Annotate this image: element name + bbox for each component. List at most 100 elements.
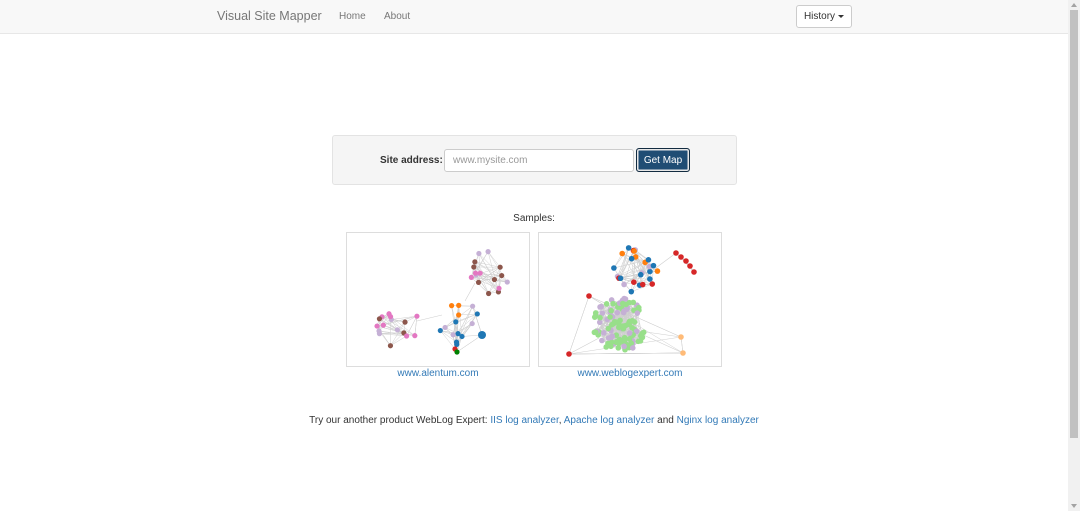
graph-node bbox=[623, 301, 629, 308]
graph-node bbox=[605, 340, 611, 347]
graph-node bbox=[597, 314, 603, 321]
graph-node bbox=[619, 250, 626, 257]
apache-log-analyzer-link[interactable]: Apache log analyzer bbox=[564, 415, 655, 426]
navbar: Visual Site Mapper Home About History bbox=[0, 0, 1068, 34]
history-dropdown-button[interactable]: History bbox=[796, 5, 852, 28]
graph-node bbox=[404, 333, 410, 339]
graph-node bbox=[468, 274, 474, 280]
graph-node bbox=[639, 281, 646, 288]
vertical-scrollbar[interactable] bbox=[1068, 0, 1080, 511]
get-map-button[interactable]: Get Map bbox=[636, 148, 690, 172]
graph-node bbox=[687, 263, 693, 269]
graph-node bbox=[637, 271, 644, 278]
graph-node bbox=[680, 350, 686, 356]
graph-node bbox=[380, 322, 386, 328]
nav-about-link[interactable]: About bbox=[384, 11, 410, 22]
site-address-form: Site address: Get Map bbox=[332, 135, 737, 185]
graph-node bbox=[472, 270, 479, 276]
graph-node bbox=[650, 262, 657, 269]
graph-node bbox=[645, 257, 652, 263]
sample-thumbnail-alentum[interactable] bbox=[346, 232, 530, 367]
graph-node bbox=[476, 250, 482, 257]
graph-node bbox=[625, 245, 632, 251]
samples-heading: Samples: bbox=[513, 213, 555, 224]
graph-node bbox=[478, 331, 486, 339]
graph-node bbox=[402, 319, 408, 325]
graph-node bbox=[621, 343, 627, 350]
sample-graph-weblogexpert bbox=[566, 245, 697, 357]
graph-node bbox=[386, 311, 392, 317]
graph-node bbox=[485, 249, 491, 255]
graph-node bbox=[609, 333, 616, 340]
graph-node bbox=[617, 275, 624, 282]
graph-node bbox=[475, 279, 482, 285]
graph-node bbox=[456, 302, 462, 308]
sample-link-weblogexpert[interactable]: www.weblogexpert.com bbox=[538, 368, 722, 379]
nav-home-link[interactable]: Home bbox=[339, 11, 366, 22]
graph-node bbox=[491, 276, 498, 283]
graph-node bbox=[497, 264, 503, 270]
graph-node bbox=[608, 307, 615, 314]
graph-node bbox=[566, 351, 572, 357]
graph-node bbox=[611, 265, 617, 271]
graph-node bbox=[628, 340, 634, 347]
graph-node bbox=[640, 329, 647, 336]
graph-node bbox=[631, 248, 637, 254]
graph-node bbox=[634, 310, 641, 316]
graph-node bbox=[486, 290, 492, 297]
graph-node bbox=[599, 337, 605, 344]
graph-node bbox=[628, 288, 635, 295]
graph-node bbox=[477, 270, 483, 276]
graph-node bbox=[591, 329, 598, 336]
graph-node bbox=[412, 333, 418, 339]
graph-node bbox=[678, 334, 684, 340]
graph-node bbox=[630, 345, 636, 351]
brand-link[interactable]: Visual Site Mapper bbox=[217, 9, 322, 23]
graph-node bbox=[459, 333, 465, 340]
sample-graph-alentum bbox=[374, 249, 510, 355]
graph-node bbox=[470, 303, 476, 309]
graph-node bbox=[626, 330, 633, 336]
graph-node bbox=[600, 330, 607, 336]
graph-node bbox=[499, 272, 505, 279]
graph-node bbox=[437, 327, 443, 334]
graph-node bbox=[453, 319, 459, 325]
graph-node bbox=[414, 313, 420, 319]
graph-node bbox=[621, 295, 627, 302]
graph-node bbox=[456, 312, 462, 318]
graph-node bbox=[454, 349, 460, 355]
site-address-label: Site address: bbox=[380, 155, 443, 166]
history-label: History bbox=[803, 11, 836, 22]
nginx-log-analyzer-link[interactable]: Nginx log analyzer bbox=[677, 415, 759, 426]
graph-node bbox=[496, 285, 502, 291]
graph-node bbox=[376, 331, 383, 337]
graph-node bbox=[472, 259, 478, 265]
graph-node bbox=[621, 281, 627, 288]
graph-node bbox=[448, 303, 455, 309]
sample-thumbnail-weblogexpert[interactable] bbox=[538, 232, 722, 367]
graph-node bbox=[628, 255, 635, 262]
scrollbar-thumb[interactable] bbox=[1070, 10, 1078, 438]
graph-node bbox=[622, 322, 629, 329]
graph-node bbox=[616, 340, 622, 347]
site-address-input[interactable] bbox=[444, 149, 634, 172]
graph-node bbox=[605, 325, 612, 332]
graph-node bbox=[678, 254, 684, 260]
footer-promo: Try our another product WebLog Expert: I… bbox=[0, 415, 1068, 426]
graph-node bbox=[607, 314, 613, 320]
graph-node bbox=[613, 319, 619, 325]
scroll-down-arrow-icon[interactable] bbox=[1071, 504, 1077, 508]
graph-node bbox=[647, 276, 653, 282]
footer-prefix: Try our another product WebLog Expert: bbox=[309, 415, 491, 426]
graph-node bbox=[374, 323, 380, 329]
graph-node bbox=[376, 316, 383, 322]
graph-node bbox=[673, 250, 679, 256]
graph-node bbox=[586, 293, 592, 299]
iis-log-analyzer-link[interactable]: IIS log analyzer bbox=[490, 415, 558, 426]
graph-node bbox=[450, 332, 456, 338]
scroll-up-arrow-icon[interactable] bbox=[1071, 3, 1077, 7]
sample-link-alentum[interactable]: www.alentum.com bbox=[346, 368, 530, 379]
graph-node bbox=[649, 281, 656, 287]
graph-node bbox=[621, 334, 628, 341]
graph-node bbox=[387, 343, 394, 349]
